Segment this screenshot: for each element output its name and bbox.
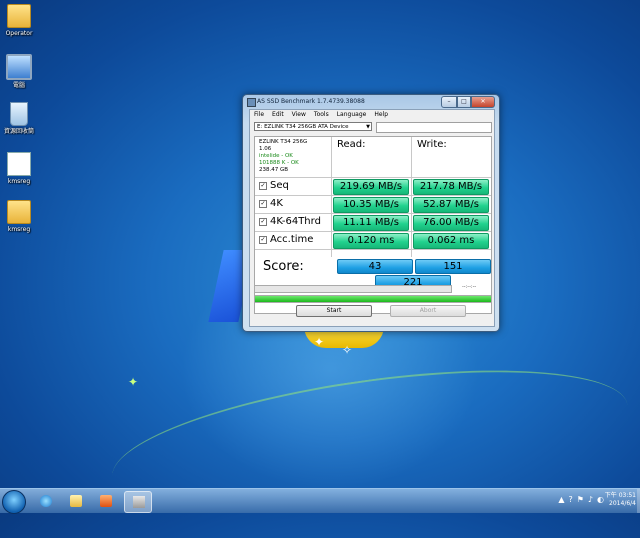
- row-4k[interactable]: ✓ 4K: [259, 196, 283, 212]
- alignment-status: 101888 K - OK: [259, 160, 299, 166]
- row-seq[interactable]: ✓ Seq: [259, 178, 289, 194]
- abort-button[interactable]: Abort: [390, 305, 466, 317]
- help-icon[interactable]: ?: [568, 495, 572, 504]
- file-explorer-icon: [70, 495, 82, 507]
- volume-icon[interactable]: ♪: [588, 495, 593, 504]
- drive-capacity: 238.47 GB: [259, 167, 289, 173]
- total-progress-bar: [254, 295, 492, 303]
- desktop-icon-label: Operator: [5, 30, 33, 37]
- desktop-icon-kmsreg-folder[interactable]: kmsreg: [2, 200, 36, 233]
- drive-dropdown-value: E: EZLINK T34 256GB ATA Device: [257, 124, 349, 130]
- clock[interactable]: 下午 03:51 2014/6/4: [600, 492, 636, 508]
- taskbar-as-ssd[interactable]: [124, 491, 152, 513]
- seq-read-value: 219.69 MB/s: [333, 179, 409, 195]
- menu-edit[interactable]: Edit: [272, 111, 284, 121]
- 4k-read-value: 10.35 MB/s: [333, 197, 409, 213]
- sparkle-icon: ✧: [342, 343, 353, 357]
- computer-icon: [6, 54, 32, 80]
- row-4k-64thrd[interactable]: ✓ 4K-64Thrd: [259, 214, 321, 230]
- menu-help[interactable]: Help: [374, 111, 388, 121]
- desktop-icon-label: kmsreg: [7, 178, 31, 185]
- desktop-icon-label: 電腦: [12, 82, 25, 89]
- app-icon: [247, 98, 256, 107]
- start-button[interactable]: Start: [296, 305, 372, 317]
- score-write: 151: [415, 259, 491, 274]
- acc-time-write-value: 0.062 ms: [413, 233, 489, 249]
- seq-write-value: 217.78 MB/s: [413, 179, 489, 195]
- read-column-header: Read:: [337, 139, 366, 150]
- internet-explorer-icon: [40, 495, 52, 507]
- desktop-icon-recycle-bin[interactable]: 資源回收筒: [2, 102, 36, 135]
- recycle-bin-icon: [10, 102, 28, 126]
- drive-firmware: 1.06: [259, 146, 272, 152]
- chevron-down-icon: ▼: [366, 124, 370, 130]
- 4k-64thrd-read-value: 11.11 MB/s: [333, 215, 409, 231]
- row-label: 4K-64Thrd: [270, 216, 321, 227]
- window-client: File Edit View Tools Language Help E: EZ…: [249, 109, 495, 327]
- row-label: 4K: [270, 198, 283, 209]
- sparkle-icon: ✦: [128, 375, 139, 389]
- taskbar-media-player[interactable]: [92, 491, 120, 511]
- menu-tools[interactable]: Tools: [314, 111, 329, 121]
- desktop-icon-operator[interactable]: Operator: [2, 4, 36, 37]
- window-title: AS SSD Benchmark 1.7.4739.38088: [257, 98, 365, 105]
- grid-divider: [411, 137, 412, 257]
- elapsed-timer: --:--:--: [462, 284, 477, 290]
- write-column-header: Write:: [417, 139, 447, 150]
- desktop-icon-label: 資源回收筒: [3, 128, 34, 135]
- sparkle-icon: ✦: [314, 335, 325, 349]
- start-button[interactable]: [2, 490, 26, 514]
- drive-model: EZLINK T34 256G: [259, 139, 308, 145]
- title-bar[interactable]: AS SSD Benchmark 1.7.4739.38088 – □ ✕: [243, 95, 499, 109]
- taskbar-file-explorer[interactable]: [62, 491, 90, 511]
- desktop-icon-kmsreg-file[interactable]: kmsreg: [2, 152, 36, 185]
- drive-info: EZLINK T34 256G 1.06 intelide - OK 10188…: [259, 139, 335, 174]
- grid-divider: [255, 195, 491, 196]
- clock-date: 2014/6/4: [609, 500, 636, 507]
- total-progress-fill: [255, 296, 491, 302]
- minimize-button[interactable]: –: [441, 96, 457, 108]
- desktop-icon-label: kmsreg: [7, 226, 31, 233]
- row-acc-time[interactable]: ✓ Acc.time: [259, 232, 313, 248]
- drive-info-field: [376, 122, 492, 133]
- taskbar: ▲ ? ⚑ ♪ ◐ 下午 03:51 2014/6/4: [0, 488, 640, 514]
- menu-bar: File Edit View Tools Language Help: [254, 111, 388, 121]
- window-controls: – □ ✕: [441, 96, 495, 108]
- menu-language[interactable]: Language: [337, 111, 367, 121]
- checkbox-checked-icon[interactable]: ✓: [259, 182, 267, 190]
- row-label: Acc.time: [270, 234, 314, 245]
- score-label: Score:: [263, 259, 304, 274]
- desktop-icon-computer[interactable]: 電腦: [2, 54, 36, 89]
- menu-view[interactable]: View: [292, 111, 306, 121]
- driver-status: intelide - OK: [259, 153, 293, 159]
- taskbar-internet-explorer[interactable]: [32, 491, 60, 511]
- row-label: Seq: [270, 180, 289, 191]
- flag-icon[interactable]: ⚑: [577, 495, 584, 504]
- registry-file-icon: [7, 152, 31, 176]
- folder-icon: [7, 4, 31, 28]
- as-ssd-window: AS SSD Benchmark 1.7.4739.38088 – □ ✕ Fi…: [242, 94, 500, 332]
- checkbox-checked-icon[interactable]: ✓: [259, 236, 267, 244]
- media-player-icon: [100, 495, 112, 507]
- acc-time-read-value: 0.120 ms: [333, 233, 409, 249]
- test-progress-bar: [254, 285, 452, 293]
- grid-divider: [255, 177, 491, 178]
- folder-icon: [7, 200, 31, 224]
- drive-dropdown[interactable]: E: EZLINK T34 256GB ATA Device ▼: [254, 122, 372, 131]
- 4k-write-value: 52.87 MB/s: [413, 197, 489, 213]
- menu-file[interactable]: File: [254, 111, 264, 121]
- as-ssd-icon: [133, 496, 145, 508]
- checkbox-checked-icon[interactable]: ✓: [259, 200, 267, 208]
- checkbox-checked-icon[interactable]: ✓: [259, 218, 267, 226]
- grid-divider: [255, 249, 491, 250]
- 4k-64thrd-write-value: 76.00 MB/s: [413, 215, 489, 231]
- network-icon[interactable]: ▲: [558, 495, 564, 504]
- system-tray: ▲ ? ⚑ ♪ ◐: [558, 495, 604, 504]
- close-button[interactable]: ✕: [471, 96, 495, 108]
- score-read: 43: [337, 259, 413, 274]
- maximize-button[interactable]: □: [457, 96, 471, 108]
- clock-time: 下午 03:51: [604, 492, 636, 499]
